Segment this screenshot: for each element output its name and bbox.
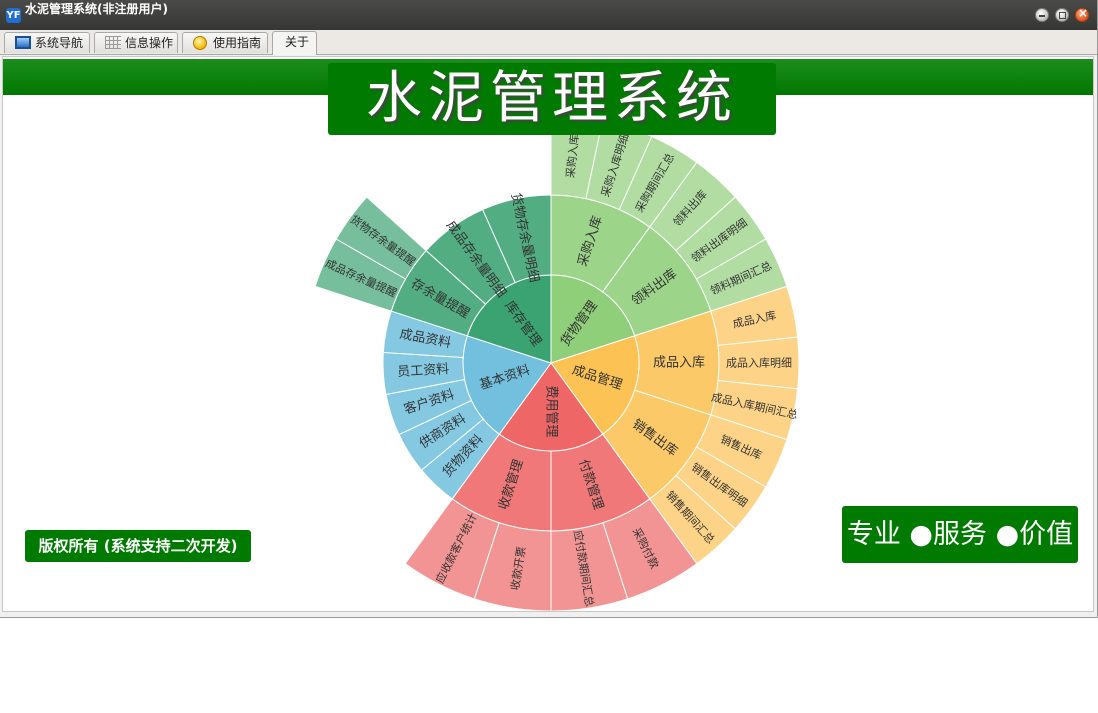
tab-system-navigation[interactable]: 系统导航: [4, 32, 90, 53]
tab-label: 使用指南: [213, 36, 262, 50]
system-title: 水泥管理系统: [328, 63, 776, 135]
monitor-icon: [15, 36, 31, 49]
tab-bar: 系统导航 信息操作 使用指南 关于: [0, 30, 1097, 55]
tab-about[interactable]: 关于: [272, 31, 317, 55]
slogan-badge: 专业 ●服务 ●价值: [842, 506, 1078, 563]
tab-label: 系统导航: [35, 36, 84, 50]
tab-label: 关于: [285, 35, 310, 49]
close-button[interactable]: [1075, 6, 1089, 22]
maximize-button[interactable]: [1055, 8, 1069, 22]
category-label: 费用管理: [544, 385, 559, 437]
subcategory-label: 成品入库: [653, 355, 705, 371]
tab-user-guide[interactable]: 使用指南: [182, 32, 268, 53]
app-window: YF 水泥管理系统(非注册用户) 系统导航 信息操作 使用指南 关于 货物管理采…: [0, 0, 1098, 618]
about-panel: 货物管理 采购入库 采购入库 采购入库明细 采购期间汇总 领料出库 领料出库 领料出库明细 领料…: [2, 56, 1094, 612]
tab-label: 信息操作: [125, 36, 174, 50]
tab-info-operations[interactable]: 信息操作: [94, 32, 178, 53]
grid-icon: [105, 36, 121, 49]
app-logo-icon: YF: [6, 8, 21, 23]
title-bar[interactable]: YF 水泥管理系统(非注册用户): [0, 0, 1097, 30]
copyright-badge: 版权所有 (系统支持二次开发): [25, 530, 251, 562]
bulb-icon: [193, 36, 207, 50]
leaf-label: 成品入库明细: [726, 357, 792, 370]
window-title: 水泥管理系统(非注册用户): [25, 2, 168, 16]
minimize-button[interactable]: [1035, 8, 1049, 22]
